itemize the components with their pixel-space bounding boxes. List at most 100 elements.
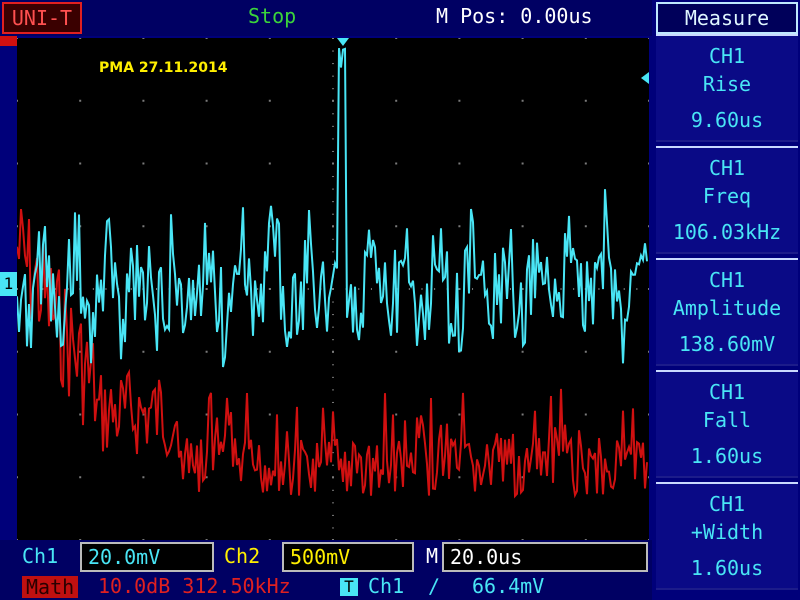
ch1-scale[interactable]: 20.0mV [80,542,214,572]
measure-item-freq[interactable]: CH1 Freq 106.03kHz [656,146,798,254]
grid-minor-dot [332,502,334,504]
measure-channel: CH1 [708,492,746,516]
ch1-label[interactable]: Ch1 [22,544,58,568]
grid-minor-dot [332,238,334,240]
grid-minor-dot [130,288,132,290]
measure-item-width[interactable]: CH1 +Width 1.60us [656,482,798,590]
grid-minor-dot [332,389,334,391]
grid-minor-dot [509,288,511,290]
measure-value: 106.03kHz [672,220,782,244]
grid-minor-dot [332,301,334,303]
grid-dot [79,38,82,39]
grid-minor-dot [332,88,334,90]
measure-name: Amplitude [672,296,782,320]
grid-minor-dot [332,150,334,152]
grid-dot [521,38,524,39]
grid-dot [395,162,398,165]
grid-dot [584,350,587,353]
measure-panel: Measure CH1 Rise 9.60us CH1 Freq 106.03k… [654,0,800,600]
trigger-icon: T [340,578,358,596]
grid-dot [268,413,271,416]
grid-dot [142,38,145,39]
grid-dot [142,350,145,353]
brand-logo: UNI-T [2,2,82,34]
grid-dot [521,162,524,165]
grid-dot [205,99,208,102]
grid-minor-dot [332,38,334,39]
waveform-display: PMA 27.11.2014 [17,38,649,540]
grid-dot [142,99,145,102]
trigger-level: 66.4mV [472,574,545,598]
grid-dot [648,225,649,228]
grid-dot [268,38,271,39]
measure-item-fall[interactable]: CH1 Fall 1.60us [656,370,798,478]
grid-minor-dot [257,288,259,290]
grid-dot [521,413,524,416]
grid-minor-dot [332,176,334,178]
timebase-scale[interactable]: 20.0us [442,542,648,572]
grid-dot [17,476,18,479]
grid-minor-dot [332,163,334,165]
grid-minor-dot [332,251,334,253]
grid-dot [395,413,398,416]
grid-minor-dot [332,351,334,353]
math-settings: 10.0dB 312.50kHz [98,574,291,598]
ch1-trace [17,47,648,368]
grid-minor-dot [332,289,334,290]
grid-minor-dot [370,288,372,290]
measure-value: 1.60us [690,444,764,468]
ch1-ground-marker[interactable]: 1 [0,272,17,296]
grid-dot [142,225,145,228]
grid-dot [268,162,271,165]
grid-minor-dot [92,288,94,290]
timebase-label[interactable]: M [426,544,438,568]
measure-item-rise[interactable]: CH1 Rise 9.60us [656,34,798,142]
grid-minor-dot [332,100,334,102]
grid-minor-dot [636,288,638,290]
measure-channel: CH1 [708,380,746,404]
grid-dot [458,38,461,39]
grid-minor-dot [17,288,18,290]
grid-minor-dot [206,288,208,290]
grid-minor-dot [156,288,158,290]
grid-dot [648,413,649,416]
grid-minor-dot [434,288,436,290]
grid-minor-dot [332,339,334,341]
ch2-label[interactable]: Ch2 [224,544,260,568]
grid-minor-dot [332,50,334,52]
grid-minor-dot [332,188,334,190]
grid-minor-dot [332,401,334,403]
grid-minor-dot [522,288,524,290]
grid-dot [79,162,82,165]
ch2-scale[interactable]: 500mV [282,542,414,572]
grid-dot [521,99,524,102]
grid-dot [458,413,461,416]
math-label[interactable]: Math [22,576,79,598]
grid-dot [458,162,461,165]
measure-title[interactable]: Measure [656,2,798,34]
run-state[interactable]: Stop [248,4,296,28]
grid-dot [79,476,82,479]
grid-dot [521,225,524,228]
grid-dot [79,99,82,102]
measure-item-amplitude[interactable]: CH1 Amplitude 138.60mV [656,258,798,366]
grid-dot [268,350,271,353]
measure-name: Rise [702,72,752,96]
grid-dot [584,162,587,165]
grid-dot [268,99,271,102]
grid-minor-dot [332,376,334,378]
grid-dot [648,99,649,102]
trigger-source[interactable]: Ch1 [368,574,404,598]
grid-dot [17,99,18,102]
grid-dot [584,225,587,228]
grid-dot [395,225,398,228]
grid-minor-dot [332,63,334,65]
grid-dot [205,350,208,353]
trigger-level-marker [641,72,649,84]
grid-dot [648,162,649,165]
measure-name: +Width [690,520,764,544]
grid-dot [584,38,587,39]
grid-minor-dot [332,201,334,203]
measure-name: Fall [702,408,752,432]
grid-minor-dot [307,288,309,290]
